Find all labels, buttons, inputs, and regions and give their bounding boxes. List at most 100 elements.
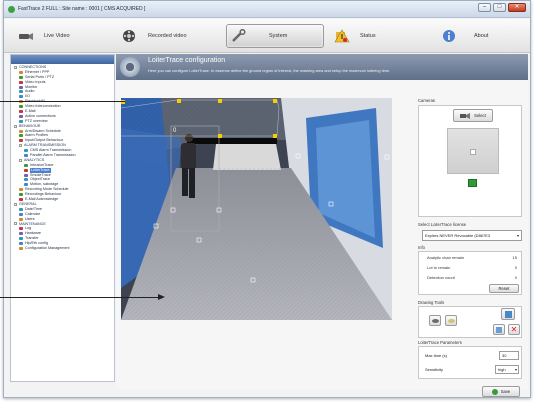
folder-icon <box>14 124 17 128</box>
minimize-button[interactable]: – <box>478 3 491 12</box>
license-label: Select LoiterTrace license <box>418 222 467 227</box>
draw-mask-icon <box>447 319 455 323</box>
film-reel-icon <box>123 30 135 42</box>
tab-recorded-video-label: Recorded video <box>148 33 187 39</box>
tab-about-label: About <box>474 33 489 39</box>
info-row: Detection count 0 <box>427 275 517 280</box>
tree-item-icon <box>19 109 23 113</box>
tab-status-label: Status <box>360 33 376 39</box>
page-title: LoiterTrace configuration <box>148 57 226 64</box>
tree-item-icon <box>24 178 28 182</box>
tab-about[interactable]: About <box>442 24 514 48</box>
tree-item-icon <box>19 193 23 197</box>
info-row-label: Analytic chan remain <box>427 255 465 260</box>
license-select[interactable]: Expires NEVER Revocable (D867E3 ▾ <box>422 230 522 241</box>
tree-item-icon <box>24 163 28 167</box>
status-icon <box>334 29 350 43</box>
info-row: Lot to remain 0 <box>427 265 517 270</box>
copy-shape-button[interactable] <box>493 324 505 335</box>
sidebar-header <box>11 55 114 64</box>
info-row: Analytic chan remain 15 <box>427 255 517 260</box>
tab-live-video[interactable]: Live Video <box>18 24 108 48</box>
tree-item-icon <box>19 80 23 84</box>
parameters-label: LoiterTrace Parameters <box>418 340 462 345</box>
info-row-value: 0 <box>514 265 517 270</box>
sidebar-item[interactable]: Configuration Management <box>13 246 112 251</box>
tree-item-icon <box>19 134 23 138</box>
max-time-label: Max time (s) <box>425 353 447 358</box>
callout-line-bottom <box>0 297 162 298</box>
drawing-tools-box: ✕ <box>418 306 522 338</box>
cameras-box: Select <box>418 105 522 217</box>
sidebar-item-label: MAINTENANCE <box>19 221 46 226</box>
reset-button[interactable]: Reset <box>489 284 519 293</box>
draw-mask-button[interactable] <box>445 315 457 326</box>
callout-arrowhead <box>158 294 165 300</box>
folder-icon <box>19 144 22 148</box>
wrench-icon <box>232 29 246 42</box>
sensitivity-label: Sensitivity <box>425 367 444 372</box>
license-value: Expires NEVER Revocable (D867E3 <box>425 233 491 238</box>
tree-item-icon <box>19 246 23 250</box>
cameras-label: Cameras <box>418 98 435 103</box>
tree-item-icon <box>19 105 23 109</box>
chevron-down-icon: ▾ <box>514 367 517 372</box>
info-row-value: 15 <box>512 255 517 260</box>
camera-select-button[interactable]: Select <box>453 109 493 122</box>
save-button[interactable]: Save <box>482 386 520 397</box>
parameters-box: Max time (s) 30 Sensitivity high ▾ <box>418 346 522 379</box>
tree-item-icon <box>19 85 23 89</box>
info-row-label: Lot to remain <box>427 265 451 270</box>
sidebar-item-label: Configuration Management <box>25 245 70 250</box>
app-window: FastTrace 2 FULL : Site name : 0001 [ CM… <box>3 0 531 398</box>
camera-scene: 0 <box>121 98 392 320</box>
main-panel: LoiterTrace configuration Here you can c… <box>116 54 528 397</box>
tree-item-icon <box>19 95 23 99</box>
info-row-value: 0 <box>514 275 517 280</box>
tree-item-icon <box>19 232 23 236</box>
tree-item-icon <box>19 237 23 241</box>
tree-item-icon <box>19 90 23 94</box>
video-preview[interactable]: 0 <box>121 98 392 320</box>
tree-item-icon <box>19 207 23 211</box>
camera-select-label: Select <box>474 113 486 118</box>
edit-cursor-button[interactable] <box>501 308 515 320</box>
camera-icon <box>460 113 471 119</box>
tree-item-icon <box>19 242 23 245</box>
app-icon <box>8 5 15 13</box>
tab-recorded-video[interactable]: Recorded video <box>122 24 214 48</box>
delete-shape-button[interactable]: ✕ <box>508 324 520 335</box>
tree-item-icon <box>24 173 28 177</box>
tree-item-icon <box>19 70 23 74</box>
save-icon <box>491 388 498 395</box>
camera-icon <box>19 33 33 40</box>
cursor-icon <box>504 311 512 318</box>
tab-live-video-label: Live Video <box>44 33 70 39</box>
tree-item-icon <box>19 188 23 192</box>
window-title: FastTrace 2 FULL : Site name : 0001 [ CM… <box>18 6 146 12</box>
folder-icon <box>14 202 17 206</box>
title-bar: FastTrace 2 FULL : Site name : 0001 [ CM… <box>4 1 530 18</box>
close-button[interactable]: ✕ <box>508 3 526 12</box>
sensitivity-select[interactable]: high ▾ <box>495 365 519 374</box>
camera-thumbnail[interactable] <box>447 128 499 174</box>
save-button-label: Save <box>500 389 511 394</box>
tab-system[interactable]: System <box>226 24 324 48</box>
page-description: Here you can configure LoiterTrace. In e… <box>148 68 391 73</box>
gear-icon <box>120 57 140 77</box>
info-icon <box>443 30 455 42</box>
draw-polygon-button[interactable] <box>429 315 441 326</box>
folder-icon <box>19 158 22 162</box>
draw-polygon-icon <box>431 319 439 323</box>
folder-icon <box>14 65 17 69</box>
max-time-input[interactable]: 30 <box>499 351 519 360</box>
tree-item-icon <box>19 217 23 221</box>
tree-item-icon <box>19 75 23 79</box>
main-toolbar: Live Video Recorded video System Status … <box>4 19 530 53</box>
maximize-button[interactable]: □ <box>493 3 506 12</box>
tab-status[interactable]: Status <box>334 24 404 48</box>
tree-item-icon <box>19 114 23 118</box>
info-label: Info <box>418 245 425 250</box>
tree-item-icon <box>19 129 23 133</box>
tree-item-icon <box>19 139 23 143</box>
